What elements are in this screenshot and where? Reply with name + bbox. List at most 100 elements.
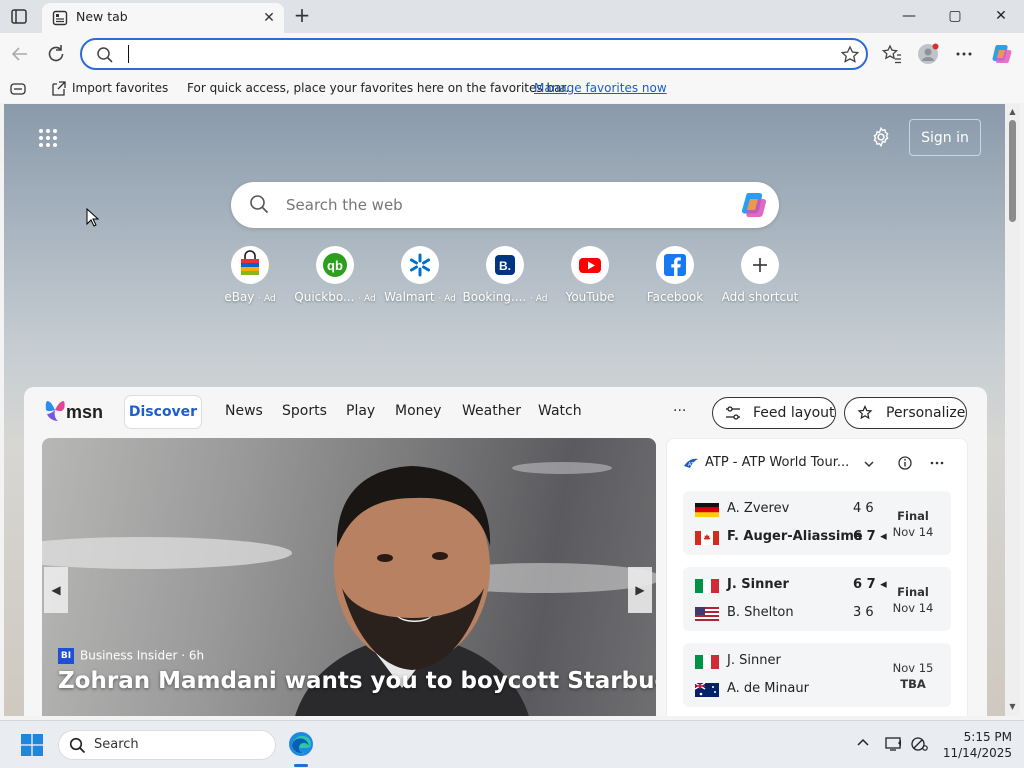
info-icon[interactable] bbox=[897, 455, 913, 471]
show-hidden-icons-chevron-icon[interactable] bbox=[854, 736, 872, 754]
more-options-icon[interactable] bbox=[929, 455, 945, 471]
address-bar[interactable] bbox=[80, 38, 868, 70]
player-name: B. Shelton bbox=[727, 605, 794, 620]
add-shortcut-tile bbox=[741, 246, 779, 284]
tab-actions-icon[interactable] bbox=[6, 5, 32, 29]
network-status-icon[interactable] bbox=[910, 736, 928, 754]
collapse-sidebar-icon[interactable] bbox=[10, 82, 26, 96]
hero-prev-button[interactable]: ◀ bbox=[44, 567, 68, 613]
sports-scores-card: ATP ATP - ATP World Tour... A. Zverev 4 … bbox=[666, 438, 968, 716]
taskbar-search-label: Search bbox=[94, 737, 139, 752]
shortcut-label: Add shortcut bbox=[715, 290, 805, 304]
player-score: 3 6 bbox=[853, 605, 874, 620]
player-score: 4 6 bbox=[853, 501, 874, 516]
web-search-box[interactable]: Search the web bbox=[231, 182, 779, 228]
refresh-button[interactable] bbox=[44, 42, 68, 66]
plus-icon bbox=[753, 258, 767, 272]
tab-watch[interactable]: Watch bbox=[538, 403, 582, 419]
ebay-bag-icon bbox=[241, 250, 259, 275]
minimize-button[interactable]: — bbox=[893, 4, 925, 28]
shortcut-walmart[interactable]: Walmart · Ad bbox=[375, 244, 465, 306]
shortcut-name: Walmart bbox=[384, 290, 435, 304]
more-tabs-button[interactable]: ··· bbox=[673, 403, 686, 419]
match-date: Nov 14 bbox=[892, 525, 934, 539]
shortcut-ebay[interactable]: eBay · Ad bbox=[205, 244, 295, 306]
shortcut-label: Quickbo... · Ad bbox=[290, 290, 380, 304]
player-name: F. Auger-Aliassime bbox=[727, 529, 863, 544]
tab-news[interactable]: News bbox=[225, 403, 263, 419]
favorites-bar-message: For quick access, place your favorites h… bbox=[187, 81, 570, 95]
page-settings-gear-icon[interactable] bbox=[870, 126, 892, 148]
profile-avatar-icon[interactable] bbox=[916, 42, 940, 66]
personalize-button[interactable]: Personalize bbox=[844, 397, 967, 429]
page-scrollbar[interactable]: ▲ ▼ bbox=[1005, 104, 1020, 716]
favorite-star-icon[interactable] bbox=[840, 45, 860, 65]
search-icon bbox=[69, 737, 86, 754]
scroll-down-icon[interactable]: ▼ bbox=[1007, 702, 1018, 712]
shortcut-facebook[interactable]: Facebook bbox=[630, 244, 720, 306]
taskbar-search-box[interactable]: Search bbox=[58, 730, 276, 760]
atp-logo-icon: ATP bbox=[684, 458, 698, 468]
walmart-spark-icon bbox=[410, 253, 430, 277]
svg-text:qb: qb bbox=[327, 258, 343, 273]
tab-close-icon[interactable]: ✕ bbox=[260, 9, 278, 27]
source-name[interactable]: Business Insider bbox=[80, 649, 177, 663]
tab-weather[interactable]: Weather bbox=[462, 403, 521, 419]
match-row[interactable]: J. Sinner A. de Minaur Nov 15 TBA bbox=[683, 643, 951, 707]
maximize-button[interactable]: ▢ bbox=[939, 4, 971, 28]
system-clock[interactable]: 5:15 PM 11/14/2025 bbox=[936, 729, 1012, 761]
msn-logo[interactable]: msn bbox=[44, 397, 114, 425]
player-score: 6 7 ◂ bbox=[853, 529, 887, 544]
windows-start-icon[interactable] bbox=[21, 734, 43, 756]
player-name: J. Sinner bbox=[727, 653, 781, 668]
match-row[interactable]: J. Sinner 6 7 ◂ B. Shelton 3 6 Final Nov… bbox=[683, 567, 951, 631]
shortcut-youtube[interactable]: YouTube bbox=[545, 244, 635, 306]
match-row[interactable]: A. Zverev 4 6 F. Auger-Aliassime 6 7 ◂ F… bbox=[683, 491, 951, 555]
article-title[interactable]: Zohran Mamdani wants you to boycott Star… bbox=[58, 668, 656, 694]
youtube-icon bbox=[579, 258, 601, 273]
back-button[interactable] bbox=[8, 42, 32, 66]
scroll-thumb[interactable] bbox=[1009, 120, 1016, 222]
windows-taskbar: Search 5:15 PM 11/14/2025 bbox=[0, 720, 1024, 768]
edge-browser-icon[interactable] bbox=[287, 730, 315, 758]
manage-favorites-link[interactable]: Manage favorites now bbox=[534, 81, 667, 95]
shortcut-label: Facebook bbox=[630, 290, 720, 304]
shortcut-booking[interactable]: B. Booking.... · Ad bbox=[460, 244, 550, 306]
shortcut-name: Booking.... bbox=[462, 290, 527, 304]
tab-money[interactable]: Money bbox=[395, 403, 441, 419]
germany-flag-icon bbox=[695, 503, 719, 517]
browser-window: New tab ✕ + — ▢ ✕ Import favorites For q… bbox=[0, 0, 1024, 768]
chevron-down-icon[interactable] bbox=[863, 459, 875, 469]
facebook-icon bbox=[664, 254, 686, 276]
shortcut-name: Add shortcut bbox=[721, 290, 799, 304]
scroll-up-icon[interactable]: ▲ bbox=[1007, 107, 1018, 117]
league-selector[interactable]: ATP - ATP World Tour... bbox=[705, 455, 849, 470]
settings-more-icon[interactable] bbox=[952, 42, 976, 66]
hero-next-button[interactable]: ▶ bbox=[628, 567, 652, 613]
match-status: Nov 15 bbox=[892, 661, 934, 675]
tab-discover[interactable]: Discover bbox=[124, 395, 202, 429]
tab-sports[interactable]: Sports bbox=[282, 403, 327, 419]
display-icon[interactable] bbox=[885, 736, 903, 754]
copilot-icon[interactable] bbox=[990, 42, 1014, 66]
shortcut-label: YouTube bbox=[545, 290, 635, 304]
sign-in-button[interactable]: Sign in bbox=[909, 119, 981, 156]
match-player-row: B. Shelton 3 6 bbox=[695, 604, 885, 622]
shortcut-add[interactable]: Add shortcut bbox=[715, 244, 805, 306]
hero-article-card[interactable]: ◀ ▶ BI Business Insider · 6h Zohran Mamda… bbox=[42, 438, 656, 716]
new-tab-button[interactable]: + bbox=[290, 4, 314, 28]
favorites-icon[interactable] bbox=[880, 42, 904, 66]
import-favorites-button[interactable]: Import favorites bbox=[72, 81, 168, 95]
apps-launcher-icon[interactable] bbox=[38, 128, 58, 148]
close-window-button[interactable]: ✕ bbox=[985, 4, 1017, 28]
shortcut-quickbooks[interactable]: qb Quickbo... · Ad bbox=[290, 244, 380, 306]
copilot-search-icon[interactable] bbox=[739, 191, 769, 219]
shortcut-name: Quickbo... bbox=[294, 290, 355, 304]
tab-play[interactable]: Play bbox=[346, 403, 375, 419]
feed-layout-button[interactable]: Feed layout bbox=[712, 397, 836, 429]
match-status: Final bbox=[897, 585, 929, 599]
tab-new-tab[interactable]: New tab ✕ bbox=[42, 3, 284, 33]
italy-flag-icon bbox=[695, 579, 719, 593]
player-name: A. Zverev bbox=[727, 501, 790, 516]
personalize-label: Personalize bbox=[886, 405, 966, 421]
